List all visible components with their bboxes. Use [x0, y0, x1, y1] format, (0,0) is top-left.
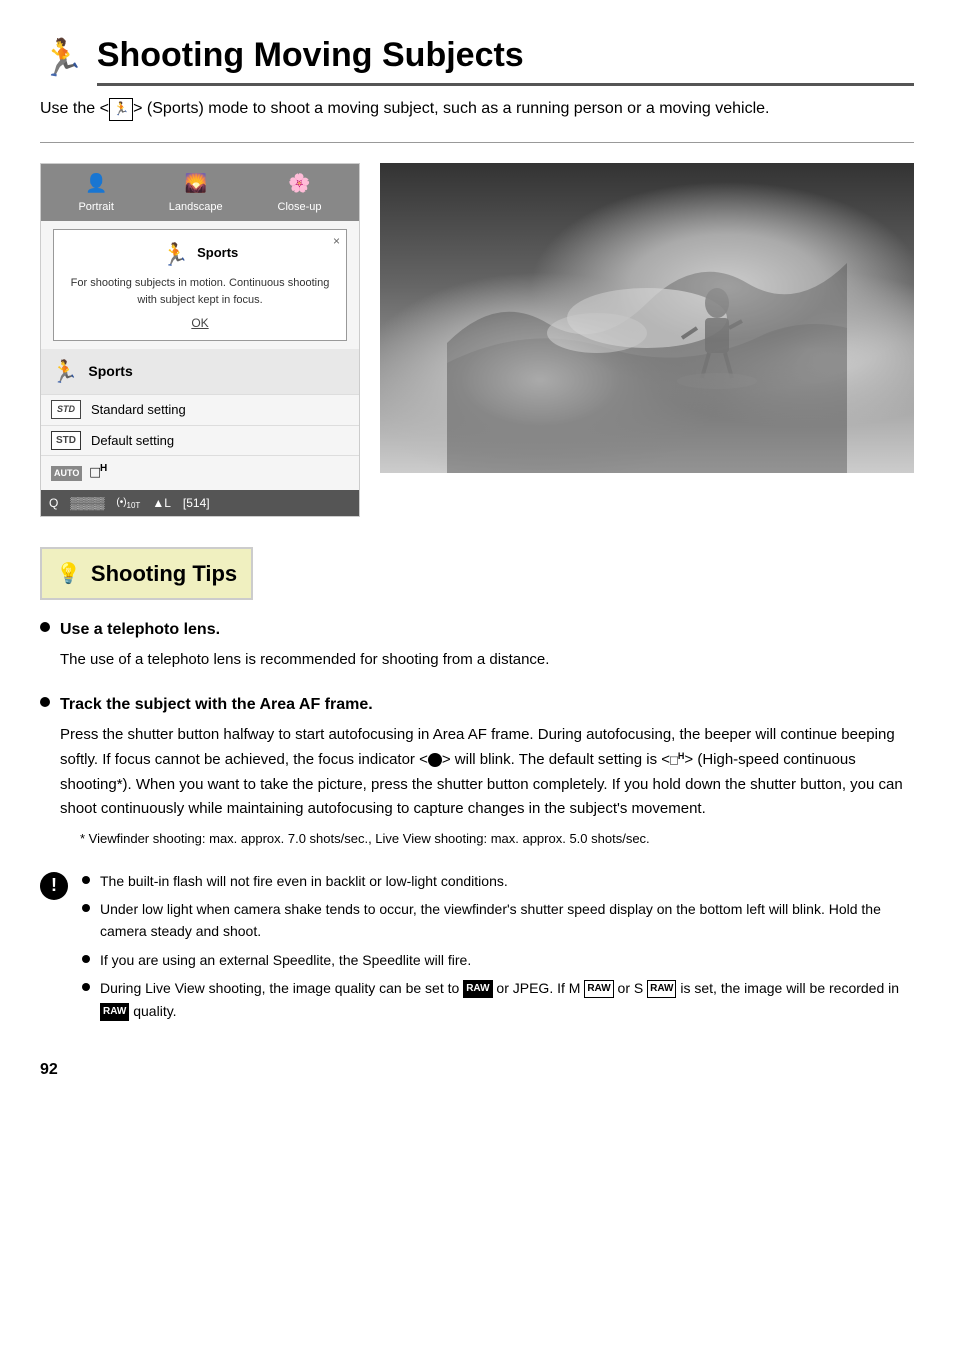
tooltip-description: For shooting subjects in motion. Continu…: [64, 275, 336, 308]
warning-bullet-3: [82, 955, 90, 963]
warning-item-3: If you are using an external Speedlite, …: [82, 949, 914, 971]
mode-landscape[interactable]: 🌄 Landscape: [169, 170, 223, 216]
sports-mode-row: 🏃 Sports: [41, 349, 359, 394]
landscape-icon: 🌄: [185, 170, 207, 197]
sports-mode-label: Sports: [88, 361, 132, 382]
std-badge-box: STD: [51, 431, 81, 450]
warning-bullet-1: [82, 876, 90, 884]
photo-panel: [380, 163, 914, 518]
status-q: Q: [49, 494, 58, 512]
portrait-label: Portrait: [78, 199, 113, 216]
warning-text-3: If you are using an external Speedlite, …: [100, 949, 471, 971]
sports-header-icon: 🏃: [40, 31, 85, 85]
page-header: 🏃 Shooting Moving Subjects: [40, 30, 914, 86]
std-badge-italic: STD: [51, 400, 81, 419]
warning-item-2: Under low light when camera shake tends …: [82, 898, 914, 943]
drive-mode-icon: □H: [90, 461, 107, 485]
tip-item-1: Use a telephoto lens. The use of a telep…: [40, 618, 914, 673]
warning-bullet-4: [82, 983, 90, 991]
sports-tooltip: × 🏃 Sports For shooting subjects in moti…: [53, 229, 347, 341]
warning-item-1: The built-in flash will not fire even in…: [82, 870, 914, 892]
closeup-icon: 🌸: [288, 170, 310, 197]
tip-title-1: Use a telephoto lens.: [40, 618, 914, 642]
page-title: Shooting Moving Subjects: [97, 30, 914, 86]
standard-setting-row: STD Standard setting: [41, 394, 359, 425]
warning-circle-icon: !: [40, 872, 68, 900]
tip-body-1: The use of a telephoto lens is recommend…: [40, 648, 914, 673]
bullet-2: [40, 697, 50, 707]
tooltip-sports-icon: 🏃: [162, 238, 189, 271]
camera-status-bar: Q ▒▒▒▒ (•)10T ▲L [514]: [41, 490, 359, 516]
closeup-label: Close-up: [278, 199, 322, 216]
tip-item-2: Track the subject with the Area AF frame…: [40, 693, 914, 849]
intro-paragraph: Use the <🏃> (Sports) mode to shoot a mov…: [40, 96, 914, 122]
warning-item-4: During Live View shooting, the image qua…: [82, 977, 914, 1022]
raw-badge-quality: RAW: [100, 1003, 129, 1021]
warning-bullet-2: [82, 904, 90, 912]
bullet-1: [40, 622, 50, 632]
landscape-label: Landscape: [169, 199, 223, 216]
raw-badge-filled: RAW: [463, 980, 492, 998]
camera-ui-panel: 👤 Portrait 🌄 Landscape 🌸 Close-up × 🏃 Sp…: [40, 163, 360, 518]
drive-default-icon: □H: [670, 749, 684, 771]
tooltip-title: Sports: [197, 243, 238, 263]
default-setting-label: Default setting: [91, 431, 174, 451]
mode-selector-row: 👤 Portrait 🌄 Landscape 🌸 Close-up: [41, 164, 359, 222]
warning-icon-column: !: [40, 870, 68, 1028]
page-number: 92: [40, 1058, 914, 1082]
section-divider: [40, 142, 914, 143]
tooltip-close-btn[interactable]: ×: [333, 232, 340, 250]
tooltip-ok-button[interactable]: OK: [64, 314, 336, 332]
status-wifi: (•)10T: [116, 495, 140, 512]
m-raw-badge: RAW: [584, 980, 613, 998]
auto-drive-row: AUTO □H: [41, 455, 359, 490]
surfer-svg: [380, 163, 914, 473]
auto-badge: AUTO: [51, 466, 82, 482]
shooting-tips-header: 💡 Shooting Tips: [40, 547, 253, 600]
shooting-tips-title: Shooting Tips: [91, 557, 237, 590]
focus-indicator-icon: [428, 753, 442, 767]
warning-items-list: The built-in flash will not fire even in…: [82, 870, 914, 1028]
tip-body-2: Press the shutter button halfway to star…: [40, 723, 914, 849]
mode-closeup[interactable]: 🌸 Close-up: [278, 170, 322, 216]
warning-text-2: Under low light when camera shake tends …: [100, 898, 914, 943]
main-content-area: 👤 Portrait 🌄 Landscape 🌸 Close-up × 🏃 Sp…: [40, 163, 914, 518]
warning-text-1: The built-in flash will not fire even in…: [100, 870, 508, 892]
mode-portrait[interactable]: 👤 Portrait: [78, 170, 113, 216]
status-shots: [514]: [183, 494, 210, 512]
default-setting-row: STD Default setting: [41, 425, 359, 456]
standard-setting-label: Standard setting: [91, 400, 186, 420]
tips-lightbulb-icon: 💡: [56, 559, 81, 589]
portrait-icon: 👤: [85, 170, 107, 197]
sports-mode-icon: 🏃: [51, 355, 78, 388]
status-quality: ▲L: [152, 494, 171, 512]
tip-note-2: * Viewfinder shooting: max. approx. 7.0 …: [60, 828, 914, 849]
s-raw-badge: RAW: [647, 980, 676, 998]
warning-section: ! The built-in flash will not fire even …: [40, 870, 914, 1028]
status-battery: ▒▒▒▒: [70, 494, 104, 512]
warning-text-4: During Live View shooting, the image qua…: [100, 977, 914, 1022]
surfer-photo: [380, 163, 914, 473]
tip-title-2: Track the subject with the Area AF frame…: [40, 693, 914, 717]
